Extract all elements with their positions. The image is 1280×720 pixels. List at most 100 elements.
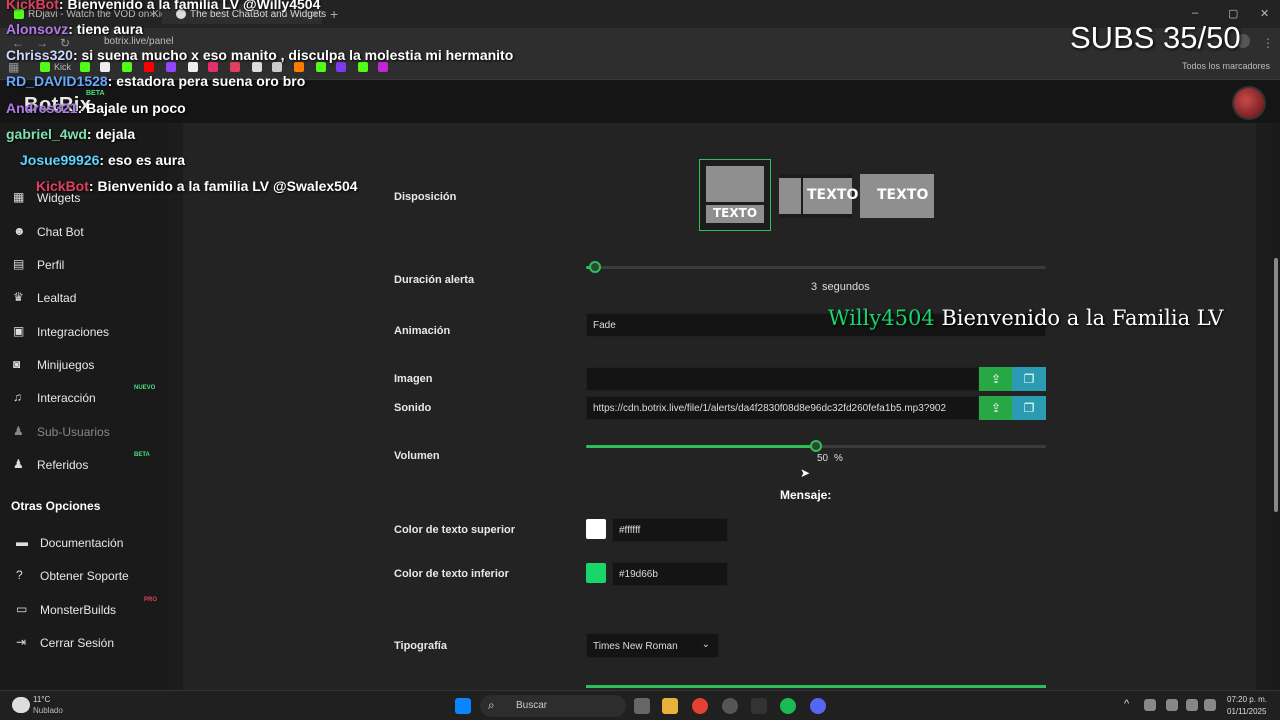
robot-icon: ☻ bbox=[13, 224, 26, 238]
start-icon[interactable] bbox=[455, 698, 471, 714]
maximize-button[interactable]: ▢ bbox=[1228, 7, 1238, 20]
text-block: TEXTO bbox=[803, 178, 858, 214]
chat-message: Josue99926: eso es aura bbox=[20, 152, 186, 168]
layout-option-overlay[interactable]: TEXTO bbox=[860, 174, 934, 218]
duration-slider-thumb[interactable] bbox=[589, 261, 601, 273]
sidebar-item-cerrar-sesion[interactable]: ⇥ Cerrar Sesión bbox=[0, 628, 167, 658]
image-field[interactable] bbox=[586, 367, 979, 391]
font-select-value: Times New Roman bbox=[593, 641, 678, 652]
new-badge: NUEVO bbox=[134, 385, 156, 391]
sidebar-item-soporte[interactable]: ? Obtener Soporte bbox=[0, 561, 167, 591]
weather-temp[interactable]: 11°C bbox=[33, 695, 50, 704]
discord-icon[interactable] bbox=[810, 698, 826, 714]
chat-message: KickBot: Bienvenido a la familia LV @Swa… bbox=[36, 178, 358, 194]
weather-icon[interactable] bbox=[12, 697, 30, 713]
duration-slider[interactable] bbox=[586, 261, 1046, 273]
volume-slider-thumb[interactable] bbox=[810, 440, 822, 452]
layout-option-side[interactable]: TEXTO bbox=[779, 174, 858, 218]
network-icon[interactable] bbox=[1186, 699, 1198, 711]
sound-library-button[interactable]: ❐ bbox=[1012, 396, 1046, 420]
windows-taskbar: 11°C Nublado ⌕ Buscar ^ 07:20 p. m. 01/1… bbox=[0, 690, 1280, 720]
sidebar-item-integraciones[interactable]: ▣ Integraciones bbox=[0, 317, 167, 347]
volume-slider[interactable] bbox=[586, 440, 1046, 452]
id-card-icon: ▤ bbox=[13, 257, 25, 271]
chat-message: Alonsovz: tiene aura bbox=[6, 21, 143, 37]
sidebar-item-label: Referidos bbox=[37, 458, 89, 472]
image-upload-button[interactable]: ⇪ bbox=[979, 367, 1013, 391]
top-color-input[interactable]: #ffffff bbox=[612, 518, 728, 542]
microphone-icon[interactable] bbox=[1166, 699, 1178, 711]
avatar[interactable] bbox=[1232, 86, 1266, 120]
sound-field[interactable]: https://cdn.botrix.live/file/1/alerts/da… bbox=[586, 396, 979, 420]
logout-icon: ⇥ bbox=[16, 635, 27, 649]
font-label: Tipografía bbox=[394, 640, 447, 652]
scrollbar-thumb[interactable] bbox=[1274, 258, 1278, 512]
image-library-button[interactable]: ❐ bbox=[1012, 367, 1046, 391]
taskbar-search[interactable]: ⌕ Buscar bbox=[480, 695, 626, 717]
minimize-button[interactable]: – bbox=[1192, 7, 1198, 19]
mouse-cursor-icon: ➤ bbox=[800, 466, 811, 480]
close-window-button[interactable]: ✕ bbox=[1260, 7, 1269, 20]
alert-preview: Willy4504 Bienvenido a la Familia LV bbox=[828, 306, 1223, 330]
sidebar-item-minijuegos[interactable]: ◙ Minijuegos bbox=[0, 350, 167, 380]
sidebar-item-sub-usuarios[interactable]: ♟ Sub-Usuarios bbox=[0, 417, 167, 447]
file-explorer-icon[interactable] bbox=[662, 698, 678, 714]
duration-value: 3 bbox=[811, 281, 818, 293]
sidebar: ▦ Widgets ☻ Chat Bot ▤ Perfil ♛ Lealtad … bbox=[0, 123, 167, 690]
sound-upload-button[interactable]: ⇪ bbox=[979, 396, 1013, 420]
volume-slider-fill bbox=[586, 445, 816, 448]
sidebar-item-referidos[interactable]: ♟ Referidos BETA bbox=[0, 450, 167, 480]
tray-icon[interactable] bbox=[1144, 699, 1156, 711]
bottom-color-swatch[interactable] bbox=[586, 563, 606, 583]
sidebar-item-monsterbuilds[interactable]: ▭ MonsterBuilds PRO bbox=[0, 595, 167, 625]
volume-value: 50 bbox=[817, 453, 829, 464]
users-icon: ♟ bbox=[13, 457, 24, 471]
chevron-down-icon: ⌄ bbox=[701, 639, 710, 650]
plug-icon: ▣ bbox=[13, 324, 25, 338]
users-icon: ♟ bbox=[13, 424, 24, 438]
chat-message: KickBot: Bienvenido a la familia LV @Wil… bbox=[6, 0, 321, 12]
sidebar-item-documentacion[interactable]: ▬ Documentación bbox=[0, 528, 167, 558]
volume-unit: % bbox=[834, 453, 843, 464]
task-view-icon[interactable] bbox=[634, 698, 650, 714]
layout-option-stacked[interactable]: TEXTO bbox=[699, 159, 771, 231]
sidebar-item-label: Integraciones bbox=[37, 325, 110, 339]
sidebar-item-lealtad[interactable]: ♛ Lealtad bbox=[0, 283, 167, 313]
music-icon: ♫ bbox=[13, 390, 22, 404]
top-color-swatch[interactable] bbox=[586, 519, 606, 539]
gamepad-icon: ◙ bbox=[13, 357, 21, 371]
clock-time[interactable]: 07:20 p. m. bbox=[1227, 695, 1267, 704]
bottom-color-label: Color de texto inferior bbox=[394, 568, 509, 580]
font-size-slider[interactable] bbox=[586, 685, 1046, 688]
chrome-icon[interactable] bbox=[692, 698, 708, 714]
duration-label: Duración alerta bbox=[394, 274, 475, 286]
spotify-icon[interactable] bbox=[780, 698, 796, 714]
animation-label: Animación bbox=[394, 325, 451, 337]
sidebar-item-label: Chat Bot bbox=[37, 225, 84, 239]
sidebar-item-chatbot[interactable]: ☻ Chat Bot bbox=[0, 217, 167, 247]
alert-settings-panel: Disposición TEXTO TEXTO TEXTO Duración a… bbox=[183, 123, 1256, 690]
font-select[interactable]: Times New Roman ⌄ bbox=[586, 633, 719, 658]
all-bookmarks[interactable]: Todos los marcadores bbox=[1182, 61, 1270, 71]
volume-label: Volumen bbox=[394, 450, 440, 462]
bottom-color-input[interactable]: #19d66b bbox=[612, 562, 728, 586]
chevron-up-icon[interactable]: ^ bbox=[1124, 698, 1129, 710]
volume-icon[interactable] bbox=[1204, 699, 1216, 711]
chat-message: gabriel_4wd: dejala bbox=[6, 126, 136, 142]
sidebar-item-perfil[interactable]: ▤ Perfil bbox=[0, 250, 167, 280]
chat-message: Chriss320: si suena mucho x eso manito ,… bbox=[6, 47, 514, 63]
image-label: Imagen bbox=[394, 373, 433, 385]
app-icon[interactable] bbox=[751, 698, 767, 714]
sidebar-item-label: Interacción bbox=[37, 391, 96, 405]
sidebar-item-interaccion[interactable]: ♫ Interacción NUEVO bbox=[0, 383, 167, 413]
sidebar-item-label: Sub-Usuarios bbox=[37, 425, 110, 439]
app-icon[interactable] bbox=[722, 698, 738, 714]
duration-unit: segundos bbox=[822, 281, 870, 293]
clock-date[interactable]: 01/11/2025 bbox=[1227, 707, 1266, 716]
sidebar-item-label: Minijuegos bbox=[37, 358, 95, 372]
chat-message: Andres321: Bajale un poco bbox=[6, 100, 186, 116]
question-icon: ? bbox=[16, 568, 23, 582]
weather-desc[interactable]: Nublado bbox=[33, 706, 63, 715]
chat-message: RD_DAVID1528: estadora pera suena oro br… bbox=[6, 73, 306, 89]
menu-icon[interactable]: ⋮ bbox=[1262, 36, 1274, 50]
